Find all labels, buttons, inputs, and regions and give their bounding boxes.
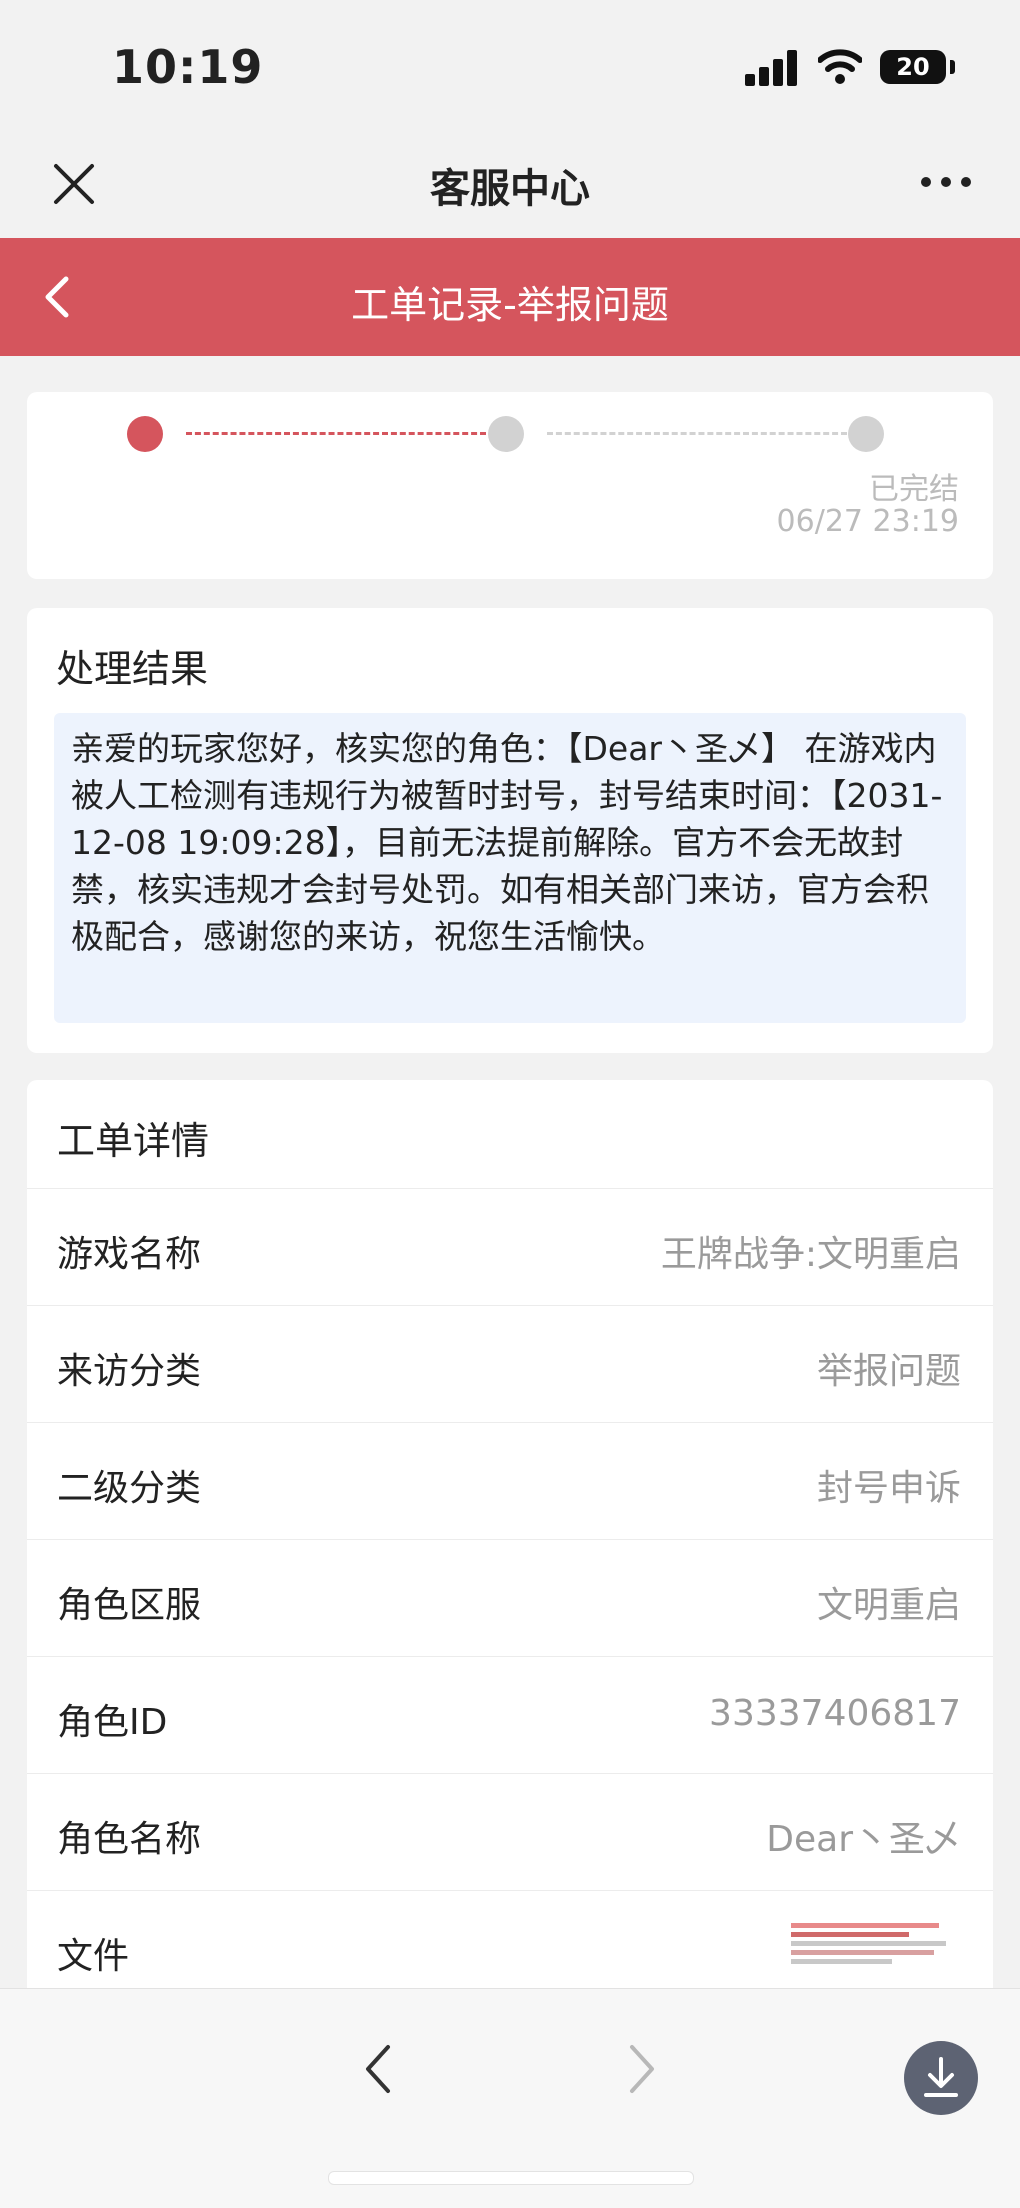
battery-cap [950, 60, 955, 74]
download-icon[interactable] [904, 2041, 978, 2115]
row-label: 角色名称 [57, 1819, 202, 1860]
home-indicator [328, 2171, 694, 2185]
step-line-2 [547, 432, 847, 435]
detail-row-role-name: 角色名称 Dear丶圣乄 [27, 1773, 993, 1891]
step-label: 已完结 [869, 472, 959, 507]
file-thumbnail[interactable] [791, 1919, 959, 1985]
row-value: Dear丶圣乄 [766, 1819, 961, 1860]
step-dot-2 [488, 416, 524, 452]
detail-row-category: 来访分类 举报问题 [27, 1305, 993, 1423]
row-label: 二级分类 [57, 1468, 202, 1509]
row-label: 文件 [57, 1936, 130, 1977]
signal-icon [745, 50, 797, 86]
step-line-1 [186, 432, 486, 435]
row-label: 来访分类 [57, 1351, 202, 1392]
status-bar: 10:19 20 [0, 0, 1020, 140]
more-icon[interactable] [918, 172, 974, 192]
page-title: 客服中心 [430, 166, 590, 212]
bottom-toolbar [0, 1988, 1020, 2208]
row-value: 王牌战争:文明重启 [660, 1234, 961, 1275]
row-label: 角色ID [57, 1702, 168, 1743]
row-label: 角色区服 [57, 1585, 202, 1626]
result-text: 亲爱的玩家您好，核实您的角色：【Dear丶圣乄】 在游戏内被人工检测有违规行为被… [71, 729, 943, 956]
ticket-header: 工单记录-举报问题 [0, 238, 1020, 356]
details-title: 工单详情 [57, 1119, 210, 1163]
status-time: 10:19 [112, 40, 264, 94]
step-dot-3 [848, 416, 884, 452]
progress-card: 已完结 06/27 23:19 [27, 392, 993, 579]
detail-row-subcategory: 二级分类 封号申诉 [27, 1422, 993, 1540]
row-value: 封号申诉 [816, 1468, 961, 1509]
result-box: 亲爱的玩家您好，核实您的角色：【Dear丶圣乄】 在游戏内被人工检测有违规行为被… [54, 713, 966, 1023]
wifi-icon [818, 49, 862, 84]
battery-icon: 20 [880, 50, 946, 84]
result-title: 处理结果 [56, 647, 209, 691]
details-card: 工单详情 游戏名称 王牌战争:文明重启 来访分类 举报问题 二级分类 封号申诉 … [27, 1080, 993, 2020]
navbar: 客服中心 [0, 140, 1020, 240]
detail-row-server: 角色区服 文明重启 [27, 1539, 993, 1657]
chevron-right-icon[interactable] [622, 2039, 662, 2099]
row-value: 举报问题 [816, 1351, 961, 1392]
result-card: 处理结果 亲爱的玩家您好，核实您的角色：【Dear丶圣乄】 在游戏内被人工检测有… [27, 608, 993, 1053]
ticket-header-title: 工单记录-举报问题 [351, 283, 669, 327]
step-time: 06/27 23:19 [776, 504, 959, 539]
row-value: 文明重启 [816, 1585, 961, 1626]
chevron-left-icon[interactable] [358, 2039, 398, 2099]
detail-row-game: 游戏名称 王牌战争:文明重启 [27, 1188, 993, 1306]
step-dot-1 [127, 416, 163, 452]
row-value: 33337406817 [709, 1693, 961, 1734]
row-label: 游戏名称 [57, 1234, 202, 1275]
detail-row-role-id: 角色ID 33337406817 [27, 1656, 993, 1774]
